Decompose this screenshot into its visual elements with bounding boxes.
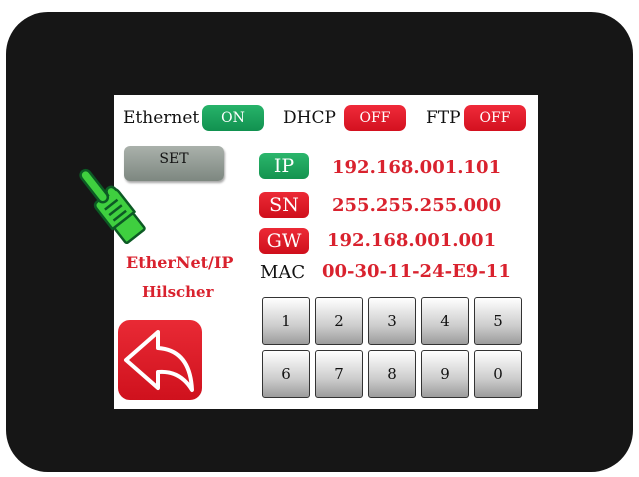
ftp-label: FTP [426,108,461,128]
keypad-key[interactable]: 8 [368,350,416,398]
back-arrow-icon [124,330,194,392]
mac-value: 00-30-11-24-E9-11 [322,261,511,282]
hmi-screen: Ethernet ON DHCP OFF FTP OFF SET IP 192.… [79,95,538,409]
dhcp-label: DHCP [283,108,336,128]
gw-tag: GW [259,228,309,254]
keypad-key[interactable]: 4 [421,297,469,345]
ethernet-toggle[interactable]: ON [202,105,264,131]
ethernet-label: Ethernet [123,108,200,128]
ip-value[interactable]: 192.168.001.101 [332,157,501,179]
mac-label: MAC [260,262,306,283]
protocol-label: EtherNet/IP [126,253,234,272]
keypad-key[interactable]: 2 [315,297,363,345]
back-button[interactable] [118,320,202,400]
sn-tag: SN [259,192,309,218]
dhcp-toggle[interactable]: OFF [344,105,406,131]
ip-tag: IP [259,153,309,179]
hand-pointer-icon [74,155,154,250]
vendor-label: Hilscher [142,283,214,301]
ftp-toggle[interactable]: OFF [464,105,526,131]
keypad: 1 2 3 4 5 6 7 8 9 0 [259,294,529,402]
keypad-key[interactable]: 9 [421,350,469,398]
keypad-key[interactable]: 7 [315,350,363,398]
keypad-key[interactable]: 3 [368,297,416,345]
keypad-key[interactable]: 0 [474,350,522,398]
gw-value[interactable]: 192.168.001.001 [327,230,496,252]
keypad-key[interactable]: 6 [262,350,310,398]
keypad-key[interactable]: 1 [262,297,310,345]
keypad-key[interactable]: 5 [474,297,522,345]
sn-value[interactable]: 255.255.255.000 [332,195,501,217]
